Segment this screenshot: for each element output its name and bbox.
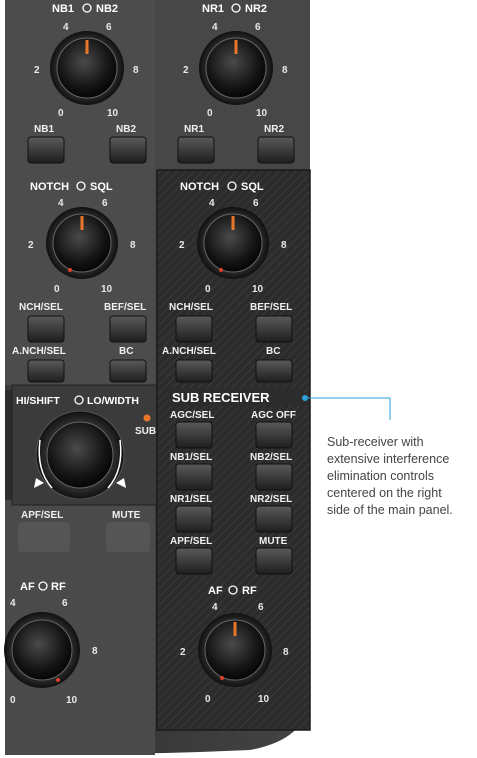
scale-2: 2: [180, 647, 186, 658]
scale-6: 6: [258, 602, 264, 613]
svg-text:AGC OFF: AGC OFF: [251, 410, 296, 421]
scale-2: 2: [179, 240, 185, 251]
caption-line: centered on the right: [327, 486, 442, 500]
main-bef-sel-button[interactable]: BEF/SEL: [104, 302, 147, 343]
scale-6: 6: [102, 198, 108, 209]
svg-text:NCH/SEL: NCH/SEL: [19, 302, 63, 313]
svg-text:BC: BC: [119, 346, 133, 357]
scale-10: 10: [252, 284, 264, 295]
scale-2: 2: [183, 65, 189, 76]
main-apf-sel-button[interactable]: APF/SEL: [18, 510, 70, 552]
scale-4: 4: [63, 22, 69, 33]
sub-mute-button[interactable]: MUTE: [255, 536, 293, 575]
sub-indicator-led: [143, 414, 151, 422]
svg-text:NB1/SEL: NB1/SEL: [170, 452, 212, 463]
scale-0: 0: [207, 108, 213, 119]
nr-knob-label-right: NR2: [245, 3, 267, 15]
scale-0: 0: [205, 284, 211, 295]
scale-8: 8: [283, 647, 289, 658]
svg-text:NR1/SEL: NR1/SEL: [170, 494, 212, 505]
svg-text:NB1: NB1: [34, 124, 54, 135]
svg-text:SUB RECEIVER: SUB RECEIVER: [172, 390, 270, 405]
rf-label: RF: [51, 581, 66, 593]
scale-10: 10: [66, 695, 78, 706]
svg-text:NR1: NR1: [184, 124, 204, 135]
svg-text:BEF/SEL: BEF/SEL: [104, 302, 146, 313]
scale-4: 4: [212, 22, 218, 33]
scale-4: 4: [10, 598, 16, 609]
svg-text:A.NCH/SEL: A.NCH/SEL: [162, 346, 216, 357]
sub-nb2-sel-button[interactable]: NB2/SEL: [250, 452, 293, 491]
scale-10: 10: [101, 284, 113, 295]
sub-apf-sel-button[interactable]: APF/SEL: [170, 536, 213, 575]
svg-text:A.NCH/SEL: A.NCH/SEL: [12, 346, 66, 357]
svg-text:MUTE: MUTE: [259, 536, 288, 547]
scale-8: 8: [281, 240, 287, 251]
nb-knob-label-right: NB2: [96, 3, 118, 15]
caption-line: elimination controls: [327, 469, 434, 483]
af-label: AF: [20, 581, 35, 593]
caption-line: Sub-receiver with: [327, 435, 424, 449]
nb-knob-label-left: NB1: [52, 3, 74, 15]
svg-text:AGC/SEL: AGC/SEL: [170, 410, 214, 421]
sql-label: SQL: [90, 181, 113, 193]
sql-label: SQL: [241, 181, 264, 193]
sub-bef-sel-button[interactable]: BEF/SEL: [250, 302, 293, 343]
hi-shift-label: HI/SHIFT: [16, 395, 60, 407]
svg-text:BC: BC: [266, 346, 280, 357]
svg-text:NR2: NR2: [264, 124, 284, 135]
sub-nr2-sel-button[interactable]: NR2/SEL: [250, 494, 293, 533]
radio-panel-illustration: NB1 NB2 4 6 2 8 0 10 NR1 NR2 4 6 2 8 0 1…: [4, 0, 391, 755]
scale-10: 10: [256, 108, 268, 119]
nr-knob-label-left: NR1: [202, 3, 224, 15]
sub-nch-sel-button[interactable]: NCH/SEL: [169, 302, 213, 343]
scale-0: 0: [10, 695, 16, 706]
scale-6: 6: [62, 598, 68, 609]
scale-4: 4: [212, 602, 218, 613]
scale-0: 0: [58, 108, 64, 119]
scale-6: 6: [253, 198, 259, 209]
scale-8: 8: [92, 646, 98, 657]
rf-label: RF: [242, 585, 257, 597]
scale-2: 2: [34, 65, 40, 76]
svg-text:BEF/SEL: BEF/SEL: [250, 302, 292, 313]
svg-text:MUTE: MUTE: [112, 510, 141, 521]
notch-label: NOTCH: [180, 181, 219, 193]
scale-4: 4: [58, 198, 64, 209]
scale-10: 10: [258, 694, 270, 705]
sub-label: SUB: [135, 426, 156, 437]
scale-6: 6: [106, 22, 112, 33]
scale-0: 0: [54, 284, 60, 295]
sub-nr1-sel-button[interactable]: NR1/SEL: [170, 494, 213, 533]
caption-line: side of the main panel.: [327, 503, 453, 517]
svg-text:APF/SEL: APF/SEL: [21, 510, 63, 521]
af-label: AF: [208, 585, 223, 597]
svg-text:APF/SEL: APF/SEL: [170, 536, 212, 547]
scale-8: 8: [130, 240, 136, 251]
scale-4: 4: [209, 198, 215, 209]
scale-2: 2: [28, 240, 34, 251]
svg-text:NB2: NB2: [116, 124, 136, 135]
sub-agc-sel-button[interactable]: AGC/SEL: [170, 410, 214, 449]
scale-6: 6: [255, 22, 261, 33]
scale-10: 10: [107, 108, 119, 119]
scale-8: 8: [133, 65, 139, 76]
svg-text:NR2/SEL: NR2/SEL: [250, 494, 292, 505]
sub-nb1-sel-button[interactable]: NB1/SEL: [170, 452, 213, 491]
scale-0: 0: [205, 694, 211, 705]
notch-label: NOTCH: [30, 181, 69, 193]
callout-line: [302, 395, 391, 420]
sub-receiver-caption: Sub-receiver with extensive interference…: [327, 434, 477, 519]
svg-text:NCH/SEL: NCH/SEL: [169, 302, 213, 313]
sub-agc-off-button[interactable]: AGC OFF: [251, 410, 296, 449]
svg-text:NB2/SEL: NB2/SEL: [250, 452, 292, 463]
scale-8: 8: [282, 65, 288, 76]
sub-receiver-title: SUB RECEIVER: [168, 388, 304, 406]
caption-line: extensive interference: [327, 452, 450, 466]
lo-width-label: LO/WIDTH: [87, 395, 139, 407]
